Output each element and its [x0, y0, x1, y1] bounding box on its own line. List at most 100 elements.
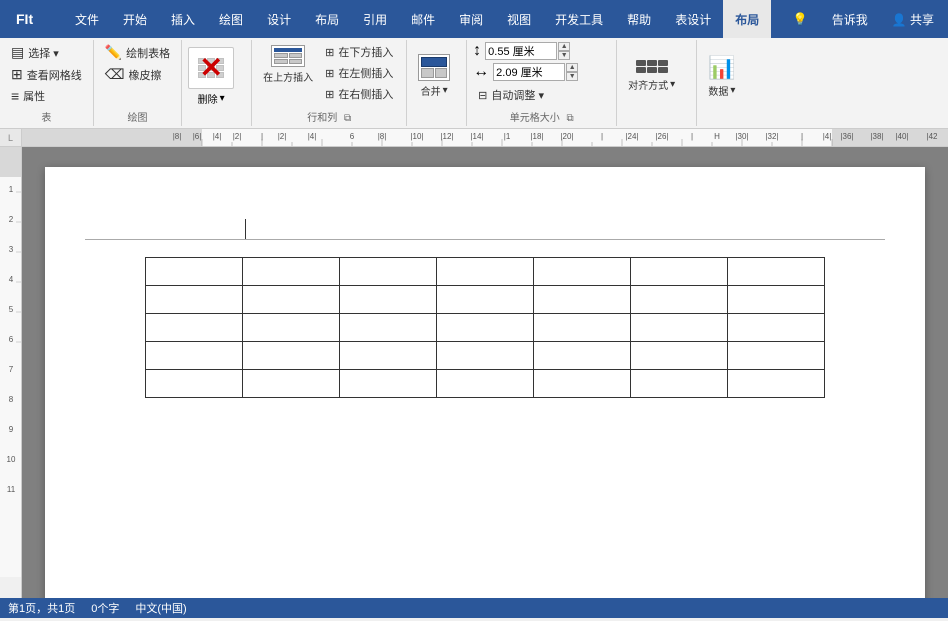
tab-mail[interactable]: 邮件	[399, 0, 447, 38]
svg-text:1: 1	[9, 185, 14, 194]
tab-file[interactable]: 文件	[63, 0, 111, 38]
table-cell[interactable]	[631, 286, 728, 314]
delete-button[interactable]: ✕	[188, 47, 234, 89]
table-cell[interactable]	[340, 370, 437, 398]
table-cell[interactable]	[146, 314, 243, 342]
lightbulb-icon[interactable]: 💡	[787, 10, 814, 28]
document-table[interactable]	[145, 257, 825, 398]
table-cell[interactable]	[728, 286, 825, 314]
table-cell[interactable]	[437, 342, 534, 370]
select-button[interactable]: ▤ 选择 ▾	[6, 42, 87, 63]
group-cellsize-title: 单元格大小 ⧉	[467, 107, 616, 124]
table-cell[interactable]	[243, 342, 340, 370]
eraser-button[interactable]: ⌫ 橡皮擦	[100, 64, 175, 85]
table-cell[interactable]	[631, 370, 728, 398]
tab-view[interactable]: 视图	[495, 0, 543, 38]
delete-label[interactable]: 删除 ▾	[198, 91, 225, 106]
tab-design[interactable]: 设计	[255, 0, 303, 38]
view-gridlines-button[interactable]: ⊞ 查看网格线	[6, 64, 87, 85]
table-cell[interactable]	[437, 370, 534, 398]
table-cell[interactable]	[340, 286, 437, 314]
table-cell[interactable]	[437, 258, 534, 286]
align-button[interactable]: 对齐方式 ▾	[623, 57, 680, 95]
insert-right-icon: ⊞	[325, 88, 334, 101]
auto-adjust-button[interactable]: ⊟ 自动调整 ▾	[473, 85, 578, 105]
table-cell[interactable]	[340, 314, 437, 342]
tab-review[interactable]: 审阅	[447, 0, 495, 38]
svg-text:|: |	[801, 132, 803, 141]
svg-text:|38|: |38|	[870, 132, 883, 141]
insert-left-button[interactable]: ⊞ 在左侧插入	[320, 63, 400, 83]
height-increment-button[interactable]: ▲	[558, 42, 570, 51]
tab-draw[interactable]: 绘图	[207, 0, 255, 38]
table-cell[interactable]	[243, 286, 340, 314]
insert-above-icon	[271, 45, 305, 67]
svg-text:|6|: |6|	[193, 132, 202, 141]
table-cell[interactable]	[146, 342, 243, 370]
merge-button[interactable]: 合并 ▾	[413, 51, 455, 101]
share-button[interactable]: 👤 共享	[886, 9, 940, 30]
rowcol-expand-icon[interactable]: ⧉	[344, 113, 351, 124]
tell-me-button[interactable]: 告诉我	[826, 9, 874, 30]
tab-insert[interactable]: 插入	[159, 0, 207, 38]
table-cell[interactable]	[534, 314, 631, 342]
insert-left-icon: ⊞	[325, 67, 334, 80]
table-cell[interactable]	[340, 258, 437, 286]
table-cell[interactable]	[728, 314, 825, 342]
table-cell[interactable]	[534, 258, 631, 286]
table-cell[interactable]	[534, 370, 631, 398]
insert-above-button[interactable]: 在上方插入	[258, 42, 318, 87]
tab-layout-doc[interactable]: 布局	[303, 0, 351, 38]
cellsize-expand-icon[interactable]: ⧉	[566, 113, 573, 124]
table-cell[interactable]	[146, 258, 243, 286]
table-cell[interactable]	[243, 258, 340, 286]
width-input[interactable]: 2.09 厘米	[493, 63, 565, 81]
width-increment-button[interactable]: ▲	[566, 63, 578, 72]
align-icon	[636, 60, 668, 73]
width-decrement-button[interactable]: ▼	[566, 72, 578, 81]
tab-help[interactable]: 帮助	[615, 0, 663, 38]
vertical-ruler: 1 2 3 4 5 6 7 8 9 10 11	[0, 147, 22, 598]
draw-table-button[interactable]: ✏️ 绘制表格	[100, 42, 175, 63]
insert-below-button[interactable]: ⊞ 在下方插入	[320, 42, 400, 62]
svg-text:|40|: |40|	[895, 132, 908, 141]
tab-table-design[interactable]: 表设计	[663, 0, 723, 38]
table-cell[interactable]	[631, 342, 728, 370]
properties-icon: ≡	[11, 88, 19, 104]
table-cell[interactable]	[340, 342, 437, 370]
table-cell[interactable]	[728, 342, 825, 370]
table-cell[interactable]	[728, 258, 825, 286]
height-decrement-button[interactable]: ▼	[558, 51, 570, 60]
height-input[interactable]: 0.55 厘米	[485, 42, 557, 60]
table-cell[interactable]	[243, 370, 340, 398]
table-cell[interactable]	[437, 286, 534, 314]
group-data-title	[697, 122, 752, 124]
data-button[interactable]: 📊 数据 ▾	[703, 52, 740, 101]
tab-start[interactable]: 开始	[111, 0, 159, 38]
data-label-container: 数据 ▾	[708, 83, 735, 98]
tab-layout[interactable]: 布局	[723, 0, 771, 38]
table-cell[interactable]	[631, 258, 728, 286]
cursor-line	[245, 219, 246, 239]
page-area[interactable]	[22, 147, 948, 598]
properties-label: 属性	[23, 88, 45, 104]
table-cell[interactable]	[437, 314, 534, 342]
page-info: 第1页，共1页	[8, 600, 75, 616]
table-cell[interactable]	[534, 342, 631, 370]
cell-width-row: ↔ 2.09 厘米 ▲ ▼	[473, 63, 578, 81]
table-cell[interactable]	[631, 314, 728, 342]
table-cell[interactable]	[728, 370, 825, 398]
properties-button[interactable]: ≡ 属性	[6, 86, 87, 106]
tab-reference[interactable]: 引用	[351, 0, 399, 38]
table-cell[interactable]	[146, 370, 243, 398]
table-cell[interactable]	[146, 286, 243, 314]
table-cell[interactable]	[243, 314, 340, 342]
svg-text:9: 9	[9, 425, 14, 434]
align-dropdown-icon: ▾	[670, 79, 675, 90]
insert-right-button[interactable]: ⊞ 在右侧插入	[320, 84, 400, 104]
table-cell[interactable]	[534, 286, 631, 314]
svg-text:|2|: |2|	[233, 132, 242, 141]
data-icon: 📊	[708, 55, 735, 81]
merge-label: 合并	[421, 83, 441, 98]
tab-developer[interactable]: 开发工具	[543, 0, 615, 38]
